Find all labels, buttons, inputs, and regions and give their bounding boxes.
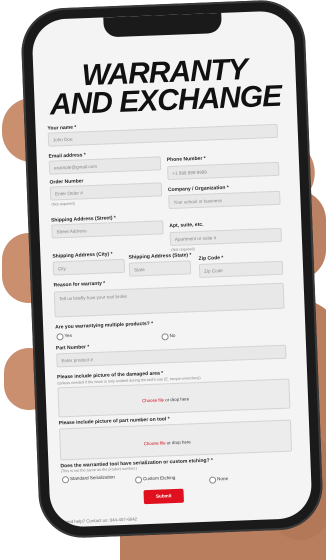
street-input[interactable]: Street Address	[51, 220, 164, 239]
city-label: Shipping Address (City) *	[52, 251, 113, 260]
company-label: Company / Organization *	[167, 184, 229, 194]
page-title: WARRANTY AND EXCHANGE	[33, 53, 297, 122]
state-input[interactable]: State	[128, 260, 192, 277]
part-number-input[interactable]: Enter product #	[56, 344, 287, 368]
title-line-2: AND EXCHANGE	[49, 79, 282, 122]
radio-yes-label: Yes	[64, 332, 73, 339]
email-input[interactable]: example@gmail.com	[48, 156, 162, 175]
order-number-input[interactable]: Enter Order #	[49, 182, 163, 201]
apt-input[interactable]: Apartment or suite #	[169, 227, 283, 247]
part-number-label: Part Number *	[55, 344, 90, 352]
radio-none-label: None	[216, 476, 229, 482]
radio-no-label: No	[169, 332, 176, 339]
your-name-label: Your name *	[47, 124, 77, 132]
phone-input[interactable]: +1 999 999 9999	[167, 161, 280, 181]
reason-label: Reason for warranty *	[53, 280, 106, 289]
phone-device: WARRANTY AND EXCHANGE Your name * John D…	[19, 0, 325, 540]
radio-standard-serialization[interactable]	[61, 476, 70, 484]
radio-yes[interactable]	[56, 333, 64, 341]
your-name-input[interactable]: John Doe	[47, 123, 279, 147]
radio-none[interactable]	[209, 476, 217, 484]
radio-custom-etching[interactable]	[134, 476, 143, 484]
submit-button[interactable]: Submit	[143, 488, 184, 505]
phone-screen: WARRANTY AND EXCHANGE Your name * John D…	[31, 10, 313, 528]
drop-here-text: or drop here	[163, 396, 190, 403]
zip-label: Zip Code *	[198, 255, 224, 262]
multiple-products-label: Are you warrantying multiple products? *	[55, 320, 154, 331]
radio-standard-serialization-label: Standard Serialization	[69, 474, 115, 482]
radio-no[interactable]	[161, 333, 169, 341]
apt-label: Apt, suite, etc.	[169, 221, 204, 230]
phone-notch	[103, 12, 222, 38]
choose-file-link[interactable]: Choose file	[144, 440, 166, 446]
order-number-hint: (Not required)	[51, 201, 75, 207]
phone-label: Phone Number *	[166, 155, 206, 164]
city-input[interactable]: City	[52, 258, 126, 276]
choose-file-link[interactable]: Choose file	[142, 397, 164, 403]
zip-input[interactable]: Zip Code	[198, 260, 284, 278]
drop-here-text: or drop here	[165, 439, 191, 446]
reason-textarea[interactable]: Tell us briefly how your tool broke	[53, 282, 285, 318]
state-label: Shipping Address (State) *	[128, 252, 192, 261]
radio-custom-etching-label: Custom Etching	[142, 475, 176, 482]
help-text: Need help? Contact us: 844-407-6642	[62, 516, 138, 525]
company-input[interactable]: Your school or business	[168, 190, 281, 210]
